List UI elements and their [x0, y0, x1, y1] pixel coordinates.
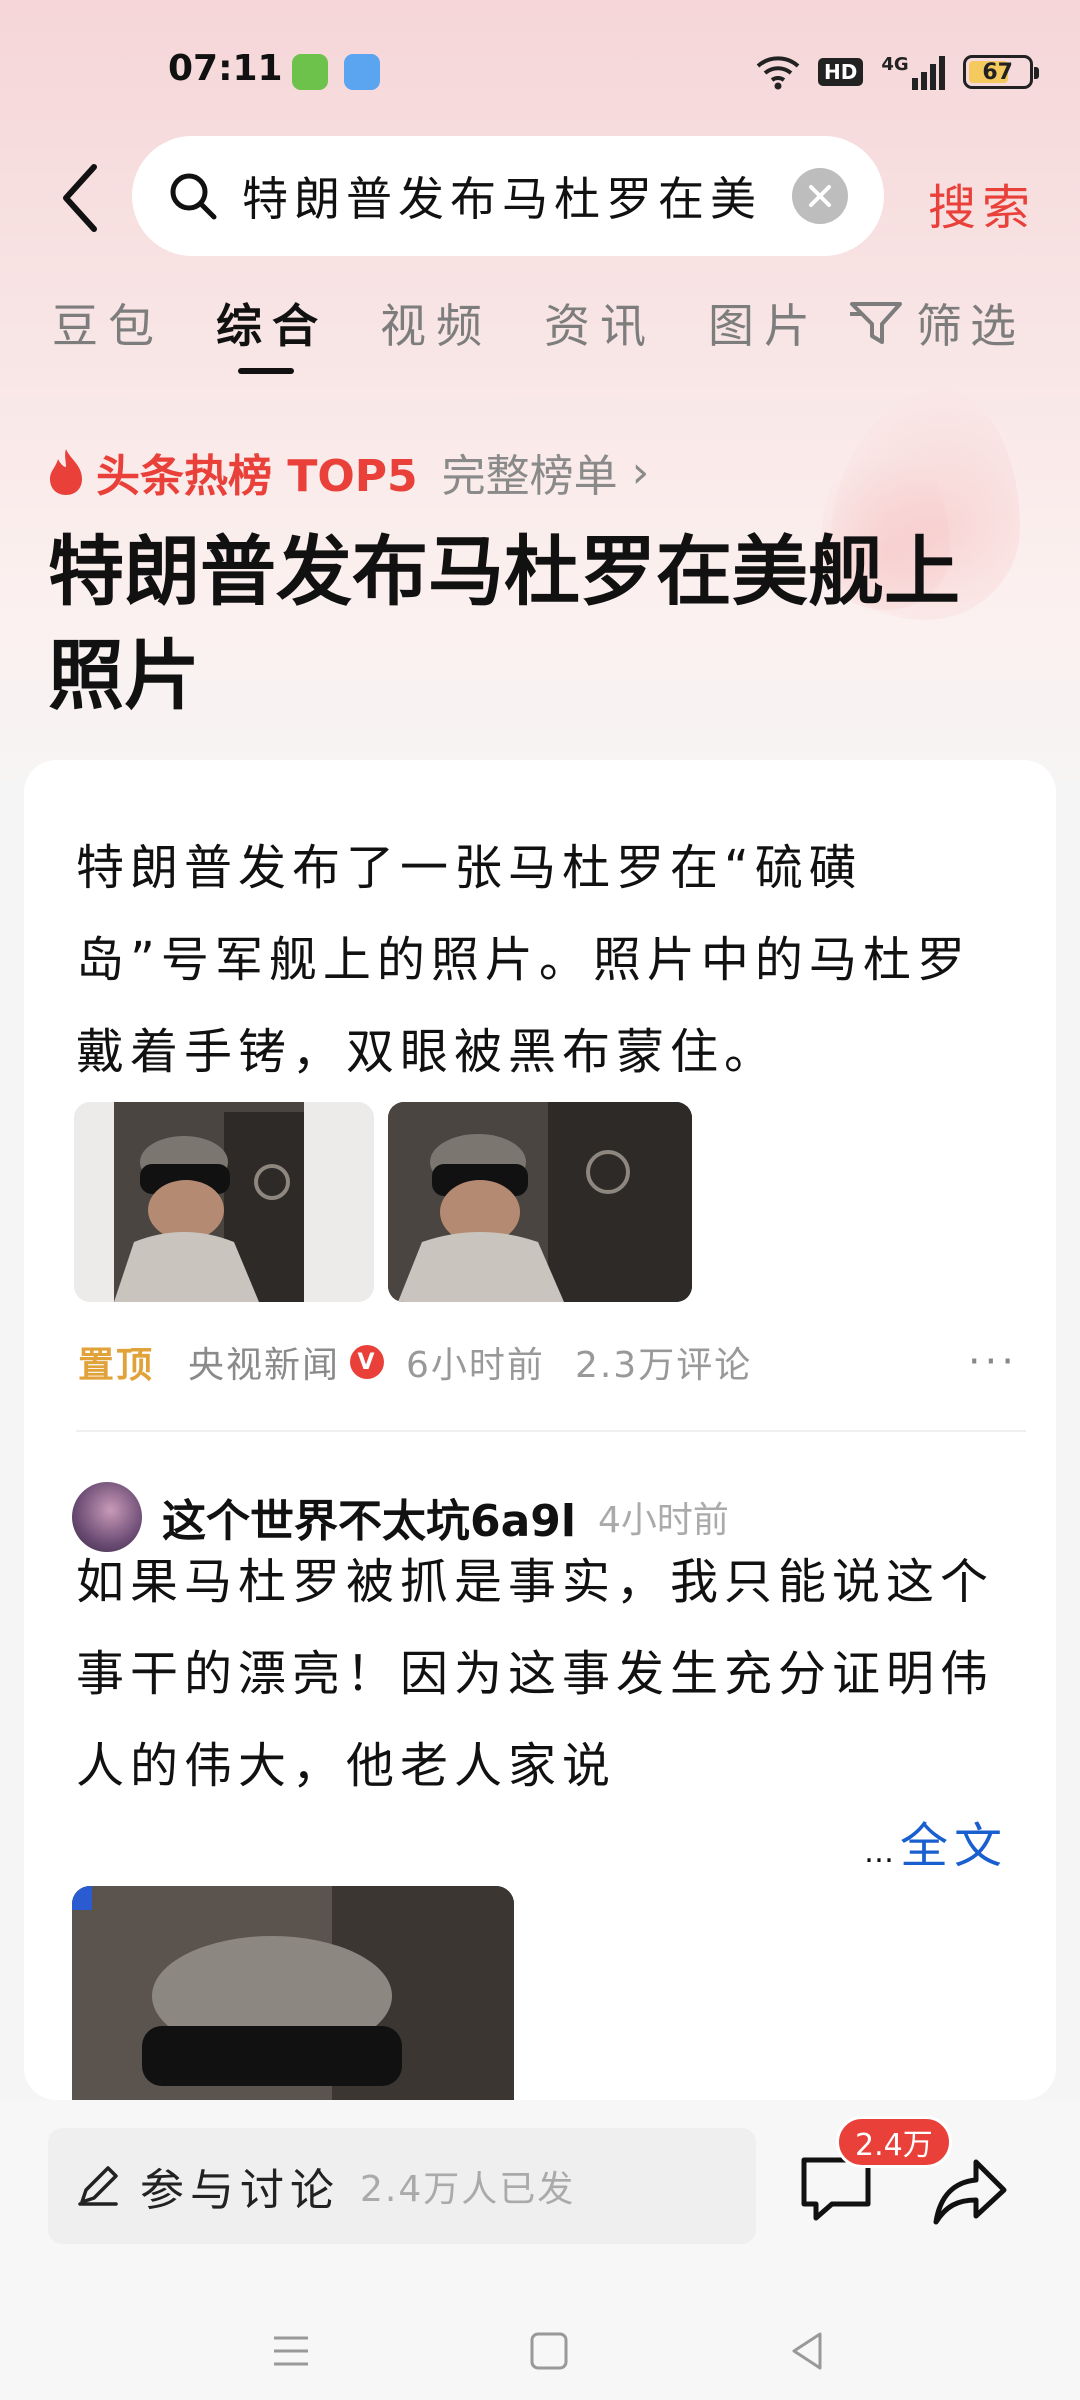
hot-list-row[interactable]: 头条热榜 TOP5 完整榜单 ›	[46, 440, 649, 504]
back-button[interactable]	[50, 158, 110, 238]
menu-nav-button[interactable]	[266, 2326, 316, 2376]
photo-image	[72, 1886, 514, 2100]
pinned-label: 置顶	[78, 1345, 155, 1386]
news-thumbnail-1[interactable]	[74, 1102, 374, 1302]
back-triangle-icon	[792, 2332, 822, 2370]
signal-icon: 4G	[881, 54, 945, 90]
search-submit-button[interactable]: 搜索	[928, 168, 1036, 238]
comment-input[interactable]: 参与讨论 2.4万人已发	[48, 2128, 756, 2244]
status-icons: HD 4G 67	[756, 50, 1039, 94]
search-bar[interactable]	[132, 136, 884, 256]
result-card: 特朗普发布了一张马杜罗在“硫磺岛”号军舰上的照片。照片中的马杜罗戴着手铐，双眼被…	[24, 760, 1056, 2100]
battery-icon: 67	[962, 55, 1039, 89]
search-icon	[170, 173, 217, 220]
filter-button[interactable]: 筛选	[848, 290, 1024, 356]
read-more-label: 全文	[900, 1818, 1009, 1874]
bottom-bar: 参与讨论 2.4万人已发 2.4万	[0, 2100, 1080, 2400]
news-source[interactable]: 央视新闻	[188, 1336, 340, 1388]
pen-icon	[78, 2166, 118, 2206]
search-input[interactable]	[242, 169, 762, 223]
menu-icon	[274, 2336, 308, 2366]
post-text[interactable]: 如果马杜罗被抓是事实，我只能说这个事干的漂亮！因为这事发生充分证明伟人的伟大，他…	[76, 1536, 1026, 1812]
tab-doubao[interactable]: 豆包	[52, 290, 164, 356]
comment-label: 参与讨论	[140, 2165, 340, 2216]
more-options-button[interactable]: ···	[968, 1339, 1018, 1385]
wechat-notification-icon	[292, 54, 328, 90]
chevron-right-icon: ›	[631, 446, 650, 498]
news-meta: 置顶 央视新闻 V 6小时前 2.3万评论 ···	[78, 1332, 1018, 1392]
close-icon	[809, 185, 831, 207]
clear-search-button[interactable]	[792, 168, 848, 224]
wifi-icon	[756, 56, 800, 90]
read-more-link[interactable]: … 全文	[864, 1806, 1008, 1876]
comment-participants: 2.4万人已发	[360, 2169, 576, 2210]
hd-icon: HD	[818, 58, 864, 86]
home-square-icon	[530, 2332, 568, 2370]
back-nav-button[interactable]	[782, 2326, 832, 2376]
signal-type-label: 4G	[881, 54, 909, 75]
ellipsis: …	[864, 1835, 894, 1870]
hot-headline[interactable]: 特朗普发布马杜罗在美舰上照片	[48, 520, 1008, 728]
status-time: 07:11	[168, 48, 283, 89]
news-time: 6小时前	[406, 1345, 545, 1386]
divider	[76, 1430, 1026, 1432]
tab-news[interactable]: 资讯	[544, 290, 656, 356]
battery-level: 67	[982, 59, 1013, 85]
news-summary[interactable]: 特朗普发布了一张马杜罗在“硫磺岛”号军舰上的照片。照片中的马杜罗戴着手铐，双眼被…	[76, 822, 996, 1098]
system-nav-bar	[0, 2300, 1080, 2400]
share-icon	[933, 2159, 1007, 2225]
photo-image	[74, 1102, 374, 1302]
verified-icon: V	[350, 1345, 385, 1379]
news-comment-count: 2.3万评论	[574, 1345, 753, 1386]
photo-image	[388, 1102, 692, 1302]
filter-label: 筛选	[916, 299, 1024, 353]
hot-list-label: 头条热榜 TOP5	[96, 451, 418, 502]
full-list-link[interactable]: 完整榜单	[442, 440, 618, 504]
share-button[interactable]	[930, 2152, 1010, 2232]
home-nav-button[interactable]	[524, 2326, 574, 2376]
flame-icon	[50, 449, 82, 495]
tab-images[interactable]: 图片	[708, 290, 820, 356]
tab-video[interactable]: 视频	[380, 290, 492, 356]
search-tabs: 豆包 综合 视频 资讯 图片 筛选	[0, 290, 1080, 380]
active-tab-indicator	[238, 368, 294, 374]
post-image[interactable]	[72, 1886, 514, 2100]
chevron-left-icon	[63, 164, 97, 232]
news-thumbnail-2[interactable]	[388, 1102, 692, 1302]
status-bar: 07:11 HD 4G 67	[0, 0, 1080, 140]
tab-general[interactable]: 综合	[216, 290, 328, 356]
filter-icon	[850, 302, 902, 344]
weather-notification-icon	[344, 54, 380, 90]
